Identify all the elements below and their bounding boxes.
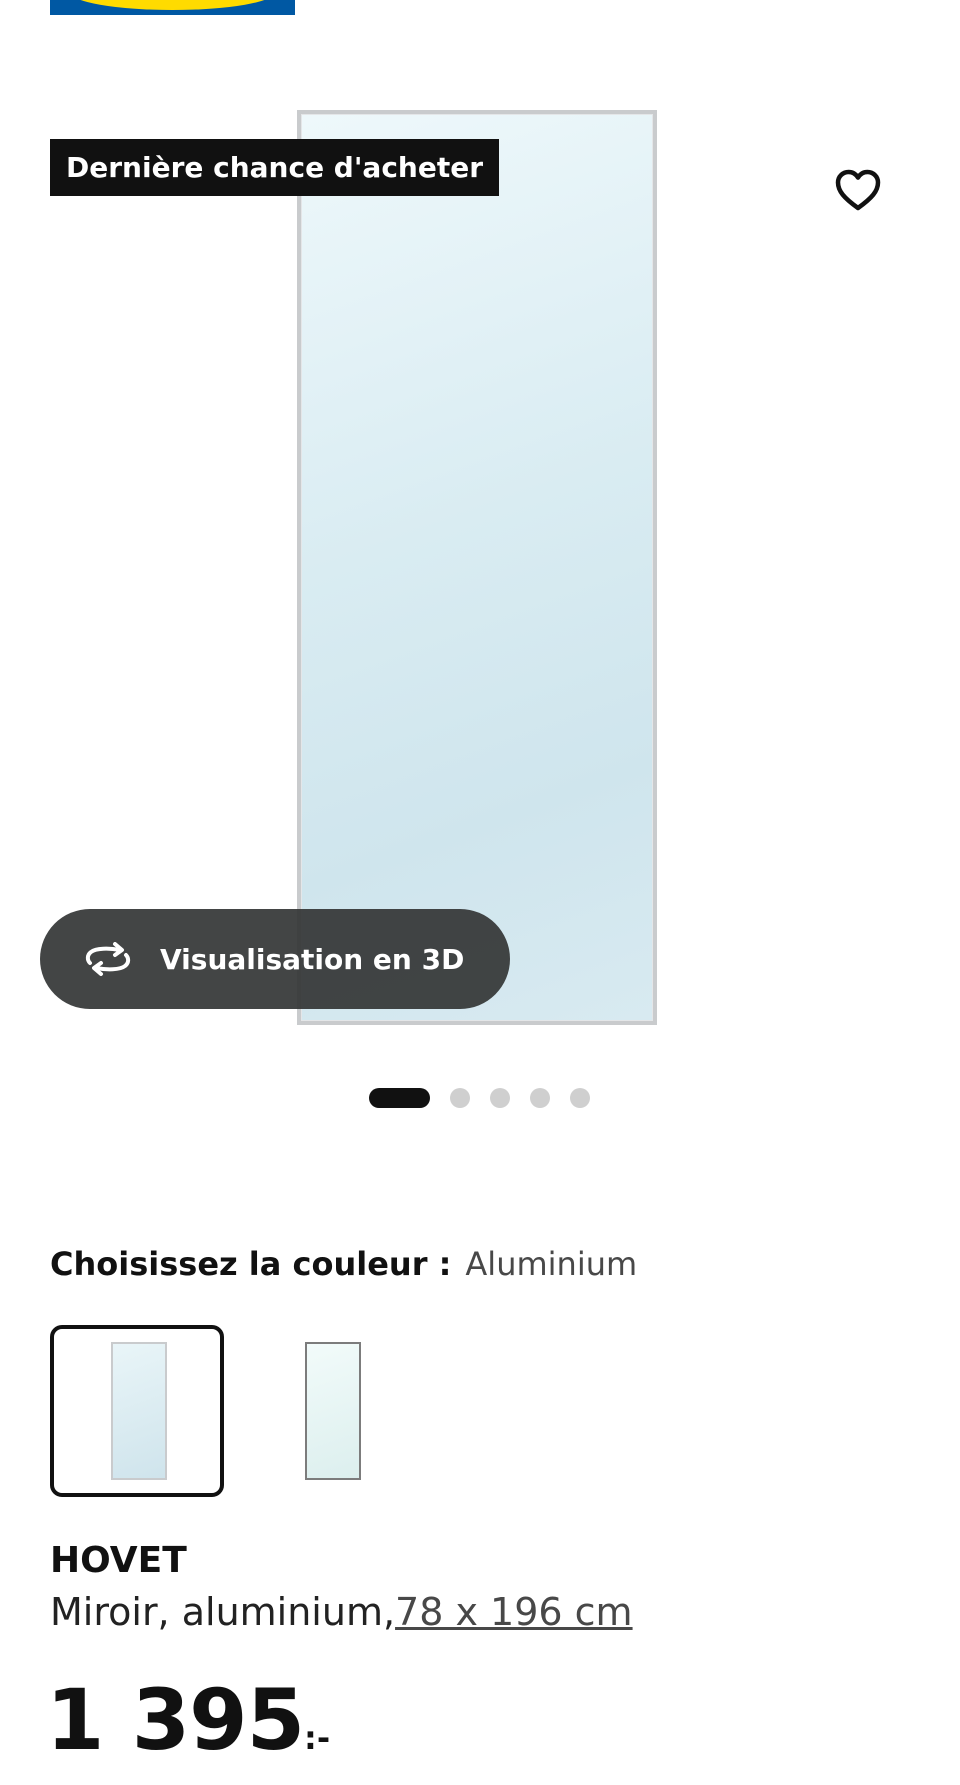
ikea-logo[interactable] [50,0,295,15]
carousel-dot-2[interactable] [450,1088,470,1108]
price-integer: 1 395 [46,1671,305,1769]
carousel-dot-1[interactable] [369,1088,430,1108]
size-link[interactable]: 78 x 196 cm [395,1590,633,1634]
carousel-dot-4[interactable] [530,1088,550,1108]
product-description-text: Miroir, aluminium, [50,1590,396,1634]
view-3d-label: Visualisation en 3D [160,942,465,976]
logo-oval [70,0,275,10]
swatch-thumbnail [305,1342,361,1480]
rotate-3d-icon [82,941,134,977]
price-suffix: :- [304,1719,331,1757]
carousel-dot-5[interactable] [570,1088,590,1108]
heart-outline-icon [835,169,881,211]
view-3d-button[interactable]: Visualisation en 3D [40,909,510,1009]
color-label: Choisissez la couleur : [50,1245,452,1283]
carousel-dot-3[interactable] [490,1088,510,1108]
image-carousel-dots [369,1088,590,1108]
favourite-button[interactable] [828,162,888,218]
product-name: HOVET [50,1540,187,1581]
color-selector-label-row: Choisissez la couleur : Aluminium [50,1245,637,1283]
product-image-mirror[interactable] [297,110,657,1025]
product-price: 1 395:- [46,1678,330,1762]
product-description: Miroir, aluminium,78 x 196 cm [50,1590,633,1634]
swatch-thumbnail [111,1342,167,1480]
color-swatch-aluminium[interactable] [50,1325,224,1497]
color-value: Aluminium [465,1245,638,1283]
color-swatch-alternate[interactable] [246,1325,420,1497]
last-chance-badge: Dernière chance d'acheter [50,139,500,196]
